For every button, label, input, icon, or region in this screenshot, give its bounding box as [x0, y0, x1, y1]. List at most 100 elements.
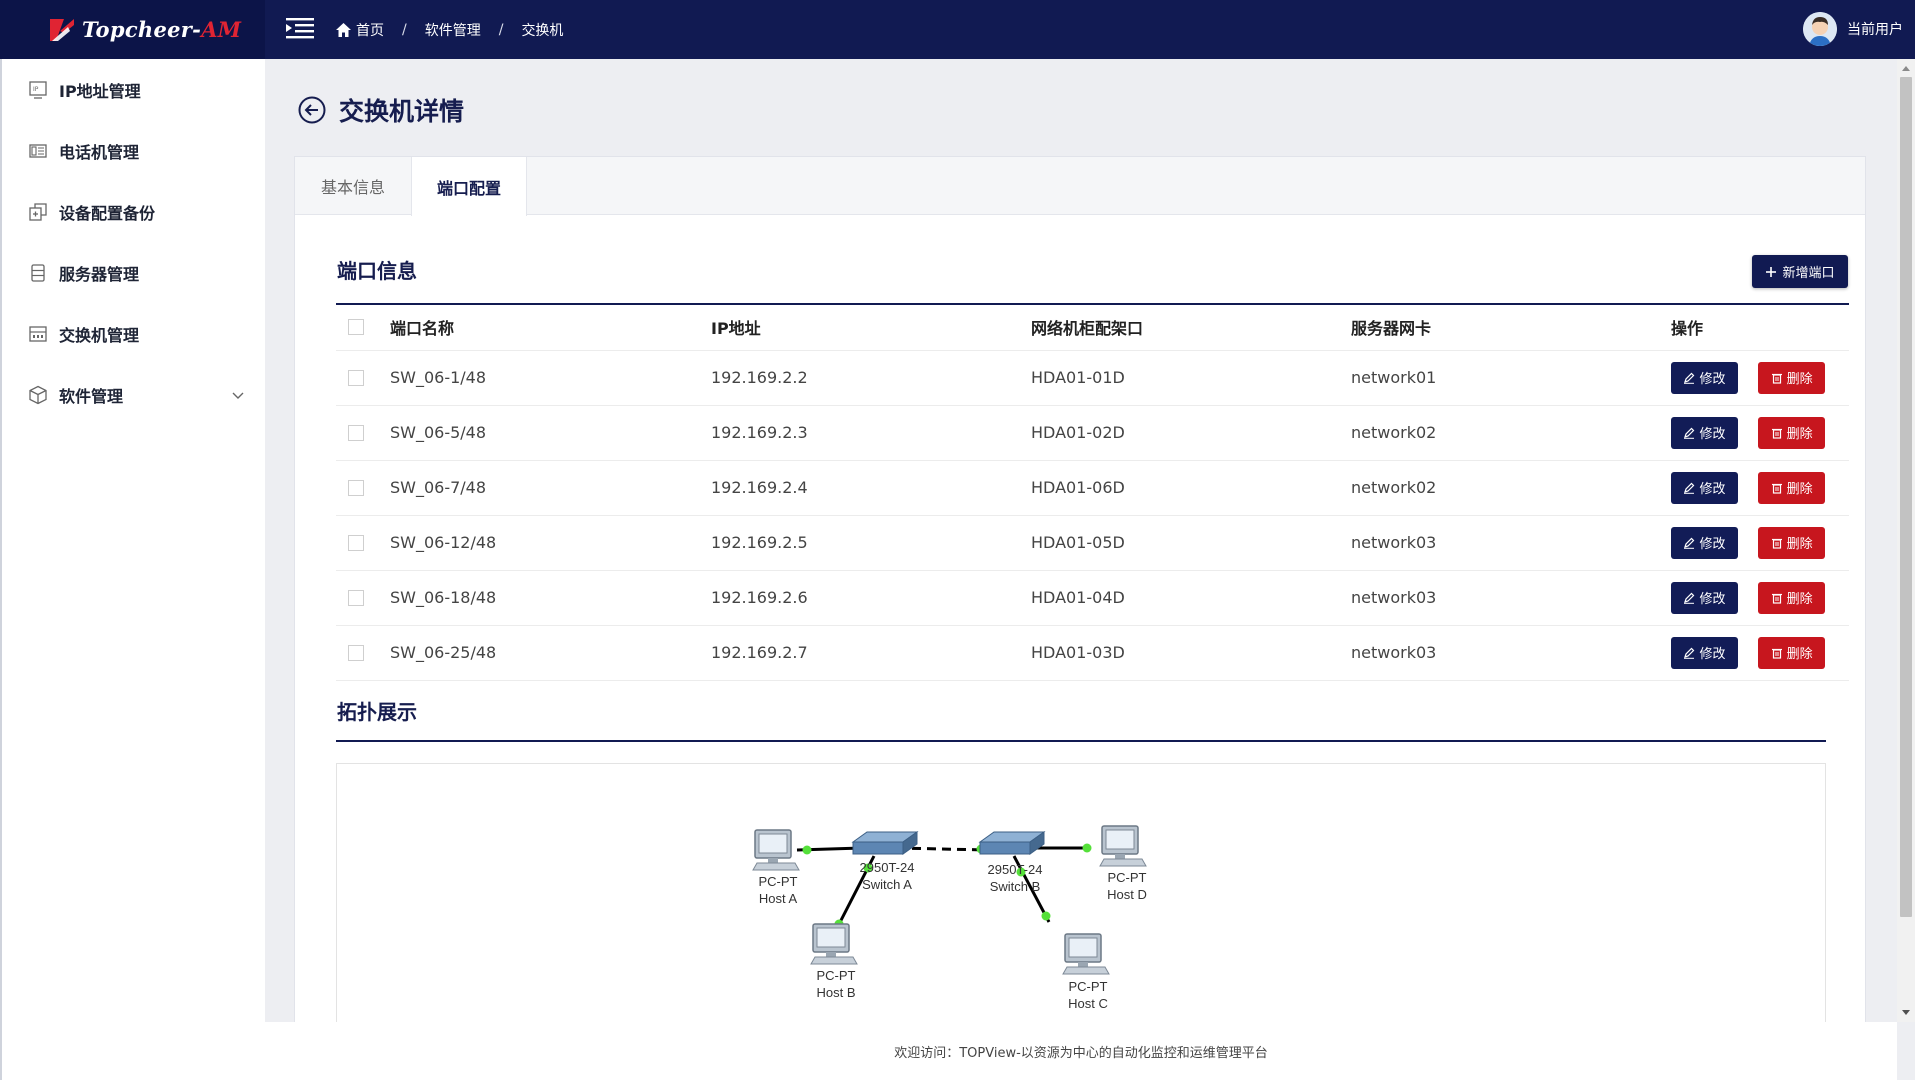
- host-b-type: PC-PT: [817, 968, 856, 983]
- switch-a-model: 2950T-24: [860, 860, 915, 875]
- row-checkbox[interactable]: [348, 589, 364, 606]
- port-name: SW_06-12/48: [390, 515, 711, 571]
- server-icon: [31, 263, 45, 282]
- tab-basic-info[interactable]: 基本信息: [295, 157, 411, 215]
- edit-button[interactable]: 修改: [1671, 361, 1738, 394]
- section-title-ports: 端口信息: [337, 259, 417, 283]
- add-port-button[interactable]: 新增端口: [1752, 255, 1848, 288]
- backup-icon: [29, 202, 47, 221]
- sidebar-item-label: 设备配置备份: [59, 203, 156, 223]
- row-actions: 修改 删除: [1671, 515, 1849, 571]
- sidebar-item-software[interactable]: 软件管理: [2, 364, 265, 425]
- row-actions: 修改 删除: [1671, 405, 1849, 461]
- menu-toggle-icon[interactable]: [286, 16, 314, 40]
- column-header: 网络机柜配架口: [1031, 305, 1351, 351]
- host-c-type: PC-PT: [1069, 979, 1108, 994]
- sidebar-item-switch[interactable]: 交换机管理: [2, 303, 265, 364]
- home-icon: [336, 22, 351, 37]
- host-c-node[interactable]: [1062, 933, 1110, 975]
- port-nic: network01: [1351, 350, 1671, 406]
- chevron-down-icon[interactable]: [231, 388, 245, 402]
- table-row: SW_06-18/48 192.169.2.6 HDA01-04D networ…: [336, 570, 1849, 626]
- tab-bar: 基本信息 端口配置: [295, 157, 1865, 216]
- edit-button[interactable]: 修改: [1671, 581, 1738, 614]
- ports-table: 端口名称 IP地址 网络机柜配架口 服务器网卡 操作 SW_06-1/48 19…: [336, 305, 1849, 681]
- phone-icon: [29, 143, 47, 158]
- table-row: SW_06-12/48 192.169.2.5 HDA01-05D networ…: [336, 515, 1849, 571]
- sidebar-item-label: 电话机管理: [59, 142, 140, 162]
- breadcrumb-switch[interactable]: 交换机: [521, 20, 563, 40]
- delete-button[interactable]: 删除: [1758, 361, 1826, 394]
- edit-button[interactable]: 修改: [1671, 471, 1738, 504]
- trash-icon: [1771, 483, 1782, 494]
- scrollbar-thumb[interactable]: [1900, 77, 1912, 917]
- sidebar-item-server[interactable]: 服务器管理: [2, 242, 265, 303]
- port-ip: 192.169.2.2: [711, 350, 1031, 406]
- delete-button[interactable]: 删除: [1758, 416, 1826, 449]
- scroll-down-arrow-icon[interactable]: [1902, 1010, 1910, 1015]
- row-checkbox[interactable]: [348, 424, 364, 441]
- table-row: SW_06-7/48 192.169.2.4 HDA01-06D network…: [336, 460, 1849, 516]
- row-checkbox[interactable]: [348, 479, 364, 496]
- row-checkbox[interactable]: [348, 644, 364, 661]
- tab-port-config[interactable]: 端口配置: [411, 157, 527, 216]
- breadcrumb-separator: /: [498, 21, 504, 38]
- back-arrow-icon[interactable]: [297, 95, 327, 125]
- trash-icon: [1771, 373, 1782, 384]
- svg-text:IP: IP: [33, 86, 39, 93]
- pencil-icon: [1684, 592, 1695, 604]
- scrollbar[interactable]: [1897, 59, 1915, 1022]
- port-rack: HDA01-04D: [1031, 570, 1351, 626]
- host-b-node[interactable]: [810, 923, 858, 965]
- footer: 欢迎访问：TOPView-以资源为中心的自动化监控和运维管理平台: [265, 1022, 1897, 1080]
- sidebar-item-backup[interactable]: 设备配置备份: [2, 181, 265, 242]
- row-checkbox[interactable]: [348, 369, 364, 386]
- host-a-type: PC-PT: [759, 874, 798, 889]
- box-icon: [29, 385, 47, 404]
- port-name: SW_06-5/48: [390, 405, 711, 461]
- logo-text: Topcheer-AM: [82, 17, 242, 42]
- host-a-node[interactable]: [752, 829, 800, 871]
- trash-icon: [1771, 593, 1782, 604]
- sidebar: IP IP地址管理 电话机管理 设备配置备份 服务器管理 交换机管理 软件管理: [0, 59, 265, 1080]
- host-c-name: Host C: [1068, 996, 1108, 1011]
- sidebar-item-ip[interactable]: IP IP地址管理: [2, 59, 265, 120]
- table-row: SW_06-25/48 192.169.2.7 HDA01-03D networ…: [336, 625, 1849, 681]
- user-menu[interactable]: 当前用户: [1803, 12, 1903, 46]
- section-title-topology: 拓扑展示: [337, 700, 417, 724]
- delete-button[interactable]: 删除: [1758, 636, 1826, 669]
- row-checkbox[interactable]: [348, 534, 364, 551]
- edit-button[interactable]: 修改: [1671, 636, 1738, 669]
- avatar: [1803, 12, 1837, 46]
- host-d-node[interactable]: [1099, 825, 1147, 867]
- section-divider: [336, 740, 1826, 742]
- edit-button[interactable]: 修改: [1671, 526, 1738, 559]
- delete-button[interactable]: 删除: [1758, 581, 1826, 614]
- sidebar-item-phone[interactable]: 电话机管理: [2, 120, 265, 181]
- delete-button[interactable]: 删除: [1758, 526, 1826, 559]
- switch-b-model: 2950T-24: [988, 862, 1043, 877]
- delete-button[interactable]: 删除: [1758, 471, 1826, 504]
- breadcrumb: 首页 / 软件管理 / 交换机: [336, 0, 563, 59]
- select-all-checkbox[interactable]: [348, 319, 364, 336]
- switch-b-node[interactable]: [979, 831, 1045, 855]
- row-actions: 修改 删除: [1671, 570, 1849, 626]
- user-name: 当前用户: [1847, 22, 1903, 38]
- breadcrumb-software[interactable]: 软件管理: [425, 20, 481, 40]
- logo[interactable]: Topcheer-AM: [0, 0, 265, 59]
- sidebar-item-label: 服务器管理: [59, 264, 140, 284]
- port-nic: network02: [1351, 405, 1671, 461]
- plus-icon: [1766, 266, 1777, 277]
- breadcrumb-separator: /: [402, 21, 407, 38]
- sidebar-item-label: IP地址管理: [59, 81, 141, 101]
- breadcrumb-home[interactable]: 首页: [336, 20, 384, 40]
- port-rack: HDA01-03D: [1031, 625, 1351, 681]
- scroll-up-arrow-icon[interactable]: [1902, 66, 1910, 71]
- port-rack: HDA01-01D: [1031, 350, 1351, 406]
- port-rack: HDA01-06D: [1031, 460, 1351, 516]
- edit-button[interactable]: 修改: [1671, 416, 1738, 449]
- host-a-name: Host A: [759, 891, 798, 906]
- port-name: SW_06-7/48: [390, 460, 711, 516]
- switch-a-node[interactable]: [852, 831, 918, 855]
- breadcrumb-home-label: 首页: [356, 22, 384, 39]
